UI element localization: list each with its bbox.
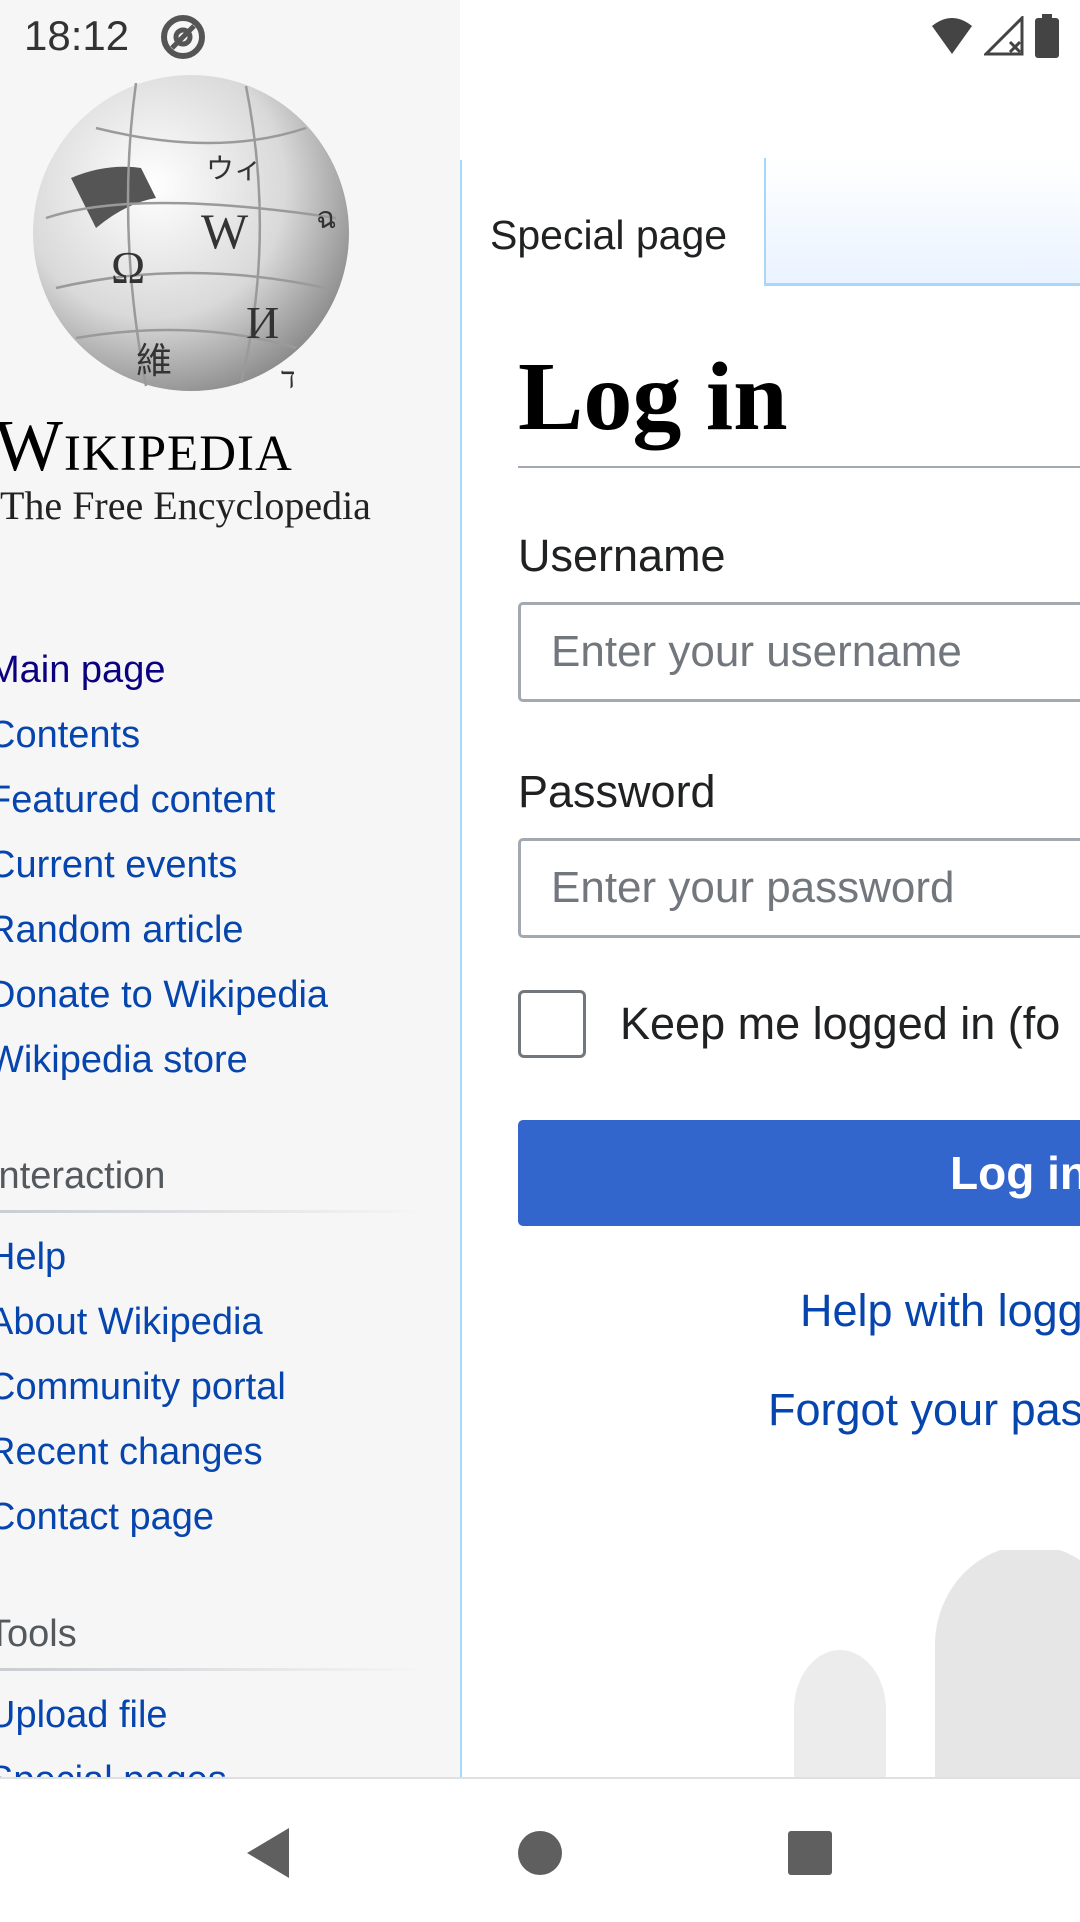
- sidebar-heading-tools: Tools: [0, 1613, 77, 1655]
- username-label: Username: [518, 530, 726, 581]
- wikipedia-tagline: The Free Encyclopedia: [0, 483, 371, 528]
- back-triangle-icon[interactable]: [228, 1813, 308, 1893]
- sidebar-item-wikipedia-store[interactable]: Wikipedia store: [0, 1028, 428, 1093]
- password-label: Password: [518, 766, 716, 817]
- help-with-login-link[interactable]: Help with logg: [800, 1285, 1080, 1337]
- login-illustration: [780, 1550, 1080, 1777]
- keep-logged-in-row[interactable]: Keep me logged in (fo: [518, 990, 1060, 1058]
- status-time: 18:12: [24, 12, 130, 59]
- sidebar-item-featured-content[interactable]: Featured content: [0, 768, 428, 833]
- keep-logged-in-label[interactable]: Keep me logged in (fo: [620, 998, 1060, 1050]
- sidebar-item-main-page[interactable]: Main page: [0, 638, 428, 703]
- sidebar-item-contact-page[interactable]: Contact page: [0, 1485, 428, 1550]
- cellular-signal-icon: [984, 16, 1024, 56]
- login-button[interactable]: Log in: [518, 1120, 1080, 1226]
- password-input[interactable]: Enter your password: [518, 838, 1080, 938]
- battery-icon: [1034, 14, 1060, 58]
- status-bar: 18:12: [0, 0, 1080, 72]
- svg-text:И: И: [246, 297, 279, 348]
- sidebar-item-donate[interactable]: Donate to Wikipedia: [0, 963, 428, 1028]
- svg-text:ฉ: ฉ: [316, 202, 336, 235]
- forgot-password-link[interactable]: Forgot your pas: [768, 1384, 1080, 1436]
- tab-blank: [764, 158, 1080, 286]
- sidebar-item-about-wikipedia[interactable]: About Wikipedia: [0, 1290, 428, 1355]
- home-circle-icon[interactable]: [500, 1813, 580, 1893]
- sidebar-tools-section: Tools Upload file Special pages: [0, 1606, 428, 1777]
- divider: [0, 1668, 428, 1671]
- page-title: Log in: [518, 300, 1080, 468]
- sidebar-navigation: Main page Contents Featured content Curr…: [0, 638, 428, 1093]
- sidebar-item-help[interactable]: Help: [0, 1225, 428, 1290]
- svg-text:ד: ד: [281, 362, 295, 395]
- sidebar-item-current-events[interactable]: Current events: [0, 833, 428, 898]
- sidebar-item-community-portal[interactable]: Community portal: [0, 1355, 428, 1420]
- login-form: Log in Username Enter your username Pass…: [518, 300, 1080, 1435]
- wikipedia-wordmark: Wikipedia: [0, 405, 293, 486]
- svg-text:Ω: Ω: [111, 242, 145, 293]
- username-input[interactable]: Enter your username: [518, 602, 1080, 702]
- android-navigation-bar: [0, 1777, 1080, 1922]
- sidebar-item-random-article[interactable]: Random article: [0, 898, 428, 963]
- recents-square-icon[interactable]: [770, 1813, 850, 1893]
- divider: [0, 1210, 428, 1213]
- tab-special-page[interactable]: Special page: [490, 212, 727, 259]
- sidebar-heading-interaction: Interaction: [0, 1155, 166, 1197]
- page-tabs: Special page: [462, 150, 1080, 286]
- svg-text:ウィ: ウィ: [206, 154, 262, 185]
- svg-text:W: W: [201, 203, 249, 259]
- sidebar-interaction-section: Interaction Help About Wikipedia Communi…: [0, 1148, 428, 1550]
- wikipedia-globe-logo[interactable]: W Ω И 維 ד ウィ ฉ: [16, 68, 366, 398]
- sidebar-item-special-pages[interactable]: Special pages: [0, 1748, 428, 1777]
- at-sign-notification-icon: [160, 14, 206, 60]
- svg-text:維: 維: [136, 341, 172, 381]
- login-button-label: Log in: [950, 1147, 1080, 1199]
- sidebar-border: [460, 160, 462, 1777]
- sidebar: W Ω И 維 ד ウィ ฉ Wikipedia The Free Encycl…: [0, 0, 460, 1777]
- sidebar-item-upload-file[interactable]: Upload file: [0, 1683, 428, 1748]
- sidebar-item-recent-changes[interactable]: Recent changes: [0, 1420, 428, 1485]
- sidebar-item-contents[interactable]: Contents: [0, 703, 428, 768]
- keep-logged-in-checkbox[interactable]: [518, 990, 586, 1058]
- wifi-icon: [930, 16, 974, 56]
